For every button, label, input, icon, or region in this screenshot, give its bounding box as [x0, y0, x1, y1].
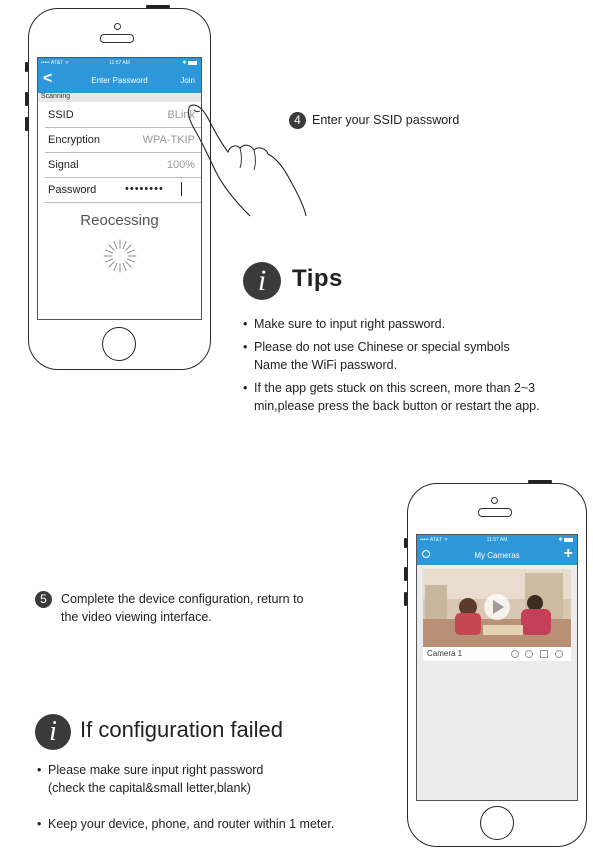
tips-item-1: • Make sure to input right password.: [243, 317, 446, 331]
playback-icon[interactable]: [540, 650, 548, 658]
phone1-side-button: [25, 62, 28, 72]
step-4-text: Enter your SSID password: [312, 113, 460, 127]
status-bar: ••••• AT&T ᯤ 11:57 AM ✱: [417, 535, 577, 545]
nav-title: My Cameras: [474, 551, 520, 560]
home-button: [480, 806, 514, 840]
camera-thumbnail[interactable]: [423, 569, 571, 647]
nav-title: Enter Password: [91, 76, 148, 85]
join-button[interactable]: Join: [180, 76, 195, 85]
home-button: [102, 327, 136, 361]
tips-title: Tips: [292, 265, 343, 292]
front-camera: [114, 23, 121, 30]
tips-item-2: • Please do not use Chinese or special sy…: [243, 340, 510, 372]
info-icon-failed: i: [35, 714, 71, 750]
battery-icon: [564, 537, 573, 542]
info-icon[interactable]: [555, 650, 563, 658]
phone2-side-button: [404, 538, 407, 548]
share-icon[interactable]: [525, 650, 533, 658]
signal-row[interactable]: Signal 100%: [45, 153, 201, 178]
failed-item-1: • Please make sure input right password (…: [37, 763, 264, 795]
phone2-power-button: [528, 480, 552, 483]
phone2-volume-down: [404, 592, 407, 606]
info-icon: i: [243, 262, 281, 300]
status-bar: ••••• AT&T ᯤ 11:57 AM ✱: [38, 58, 201, 68]
loading-spinner-icon: [103, 239, 137, 273]
encryption-row[interactable]: Encryption WPA-TKIP: [45, 128, 201, 153]
nav-bar: < Enter Password Join: [38, 68, 201, 93]
ssid-row[interactable]: SSID BLink: [45, 103, 201, 128]
phone-mockup-cameras: ••••• AT&T ᯤ 11:57 AM ✱ My Cameras + Cam…: [407, 483, 587, 847]
failed-item-2: • Keep your device, phone, and router wit…: [37, 817, 335, 831]
nav-bar: My Cameras +: [417, 545, 577, 565]
processing-text: Reocessing: [80, 212, 159, 229]
earpiece-speaker: [100, 34, 134, 43]
phone2-volume-up: [404, 567, 407, 581]
camera-name: Camera 1: [427, 649, 463, 658]
phone1-volume-up: [25, 92, 28, 106]
tips-item-3: • If the app gets stuck on this screen, m…: [243, 381, 540, 413]
front-camera: [491, 497, 498, 504]
phone1-power-button: [146, 5, 170, 8]
section-header: Scanning: [38, 93, 201, 102]
phone1-volume-down: [25, 117, 28, 131]
camera-card[interactable]: Camera 1: [423, 569, 571, 661]
settings-icon[interactable]: [511, 650, 519, 658]
step-5-number: 5: [35, 591, 52, 608]
step-4-number: 4: [289, 112, 306, 129]
failed-title: If configuration failed: [80, 717, 284, 742]
battery-icon: [188, 60, 197, 65]
phone2-screen: ••••• AT&T ᯤ 11:57 AM ✱ My Cameras + Cam…: [416, 534, 578, 801]
add-camera-button[interactable]: +: [564, 545, 573, 563]
earpiece-speaker: [478, 508, 512, 517]
password-field[interactable]: Password ••••••••: [45, 178, 201, 203]
password-dots: ••••••••: [125, 183, 164, 195]
phone1-screen: ••••• AT&T ᯤ 11:57 AM ✱ < Enter Password…: [37, 57, 202, 320]
step-5-text: Complete the device configuration, retur…: [61, 592, 304, 624]
